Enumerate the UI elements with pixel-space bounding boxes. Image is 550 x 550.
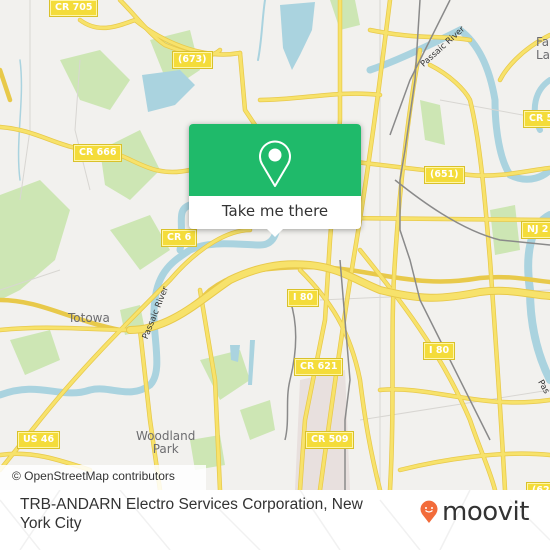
footer: TRB-ANDARN Electro Services Corporation,…	[0, 490, 550, 550]
map-pin-icon	[259, 140, 291, 187]
place-label-totowa: Totowa	[68, 311, 110, 325]
road-shield-nj2: NJ 2	[520, 221, 550, 239]
location-title: TRB-ANDARN Electro Services Corporation,…	[20, 496, 363, 532]
road-shield-us46: US 46	[16, 431, 61, 449]
road-shield-i80-west: I 80	[286, 289, 320, 307]
road-shield-cr509: CR 509	[304, 431, 355, 449]
place-label-woodland-park: Woodland Park	[136, 429, 196, 456]
place-label-fair-lawn: Fa Law	[536, 35, 550, 62]
moovit-logo-text: moovit	[442, 497, 529, 527]
popup-pointer	[266, 228, 284, 237]
road-shield-cr621: CR 621	[293, 358, 344, 376]
moovit-logo[interactable]: moovit	[420, 497, 529, 527]
take-me-there-button[interactable]: Take me there	[189, 196, 361, 229]
popup-header	[189, 124, 361, 196]
road-shield-625: (625)	[526, 482, 550, 490]
road-shield-cr666: CR 666	[72, 144, 123, 162]
location-popup: Take me there	[189, 124, 361, 237]
moovit-pin-icon	[420, 500, 438, 523]
road-shield-i80-east: I 80	[422, 342, 456, 360]
road-shield-cr705: CR 705	[48, 0, 99, 17]
map[interactable]: CR 705 (673) CR 666 CR 6 (651) CR 5 NJ 2…	[0, 0, 550, 490]
road-shield-673: (673)	[172, 51, 213, 69]
road-shield-cr5: CR 5	[522, 110, 550, 128]
map-base	[0, 0, 550, 490]
road-shield-cr6: CR 6	[160, 229, 198, 247]
road-shield-651: (651)	[424, 166, 465, 184]
map-attribution[interactable]: © OpenStreetMap contributors	[0, 465, 206, 490]
